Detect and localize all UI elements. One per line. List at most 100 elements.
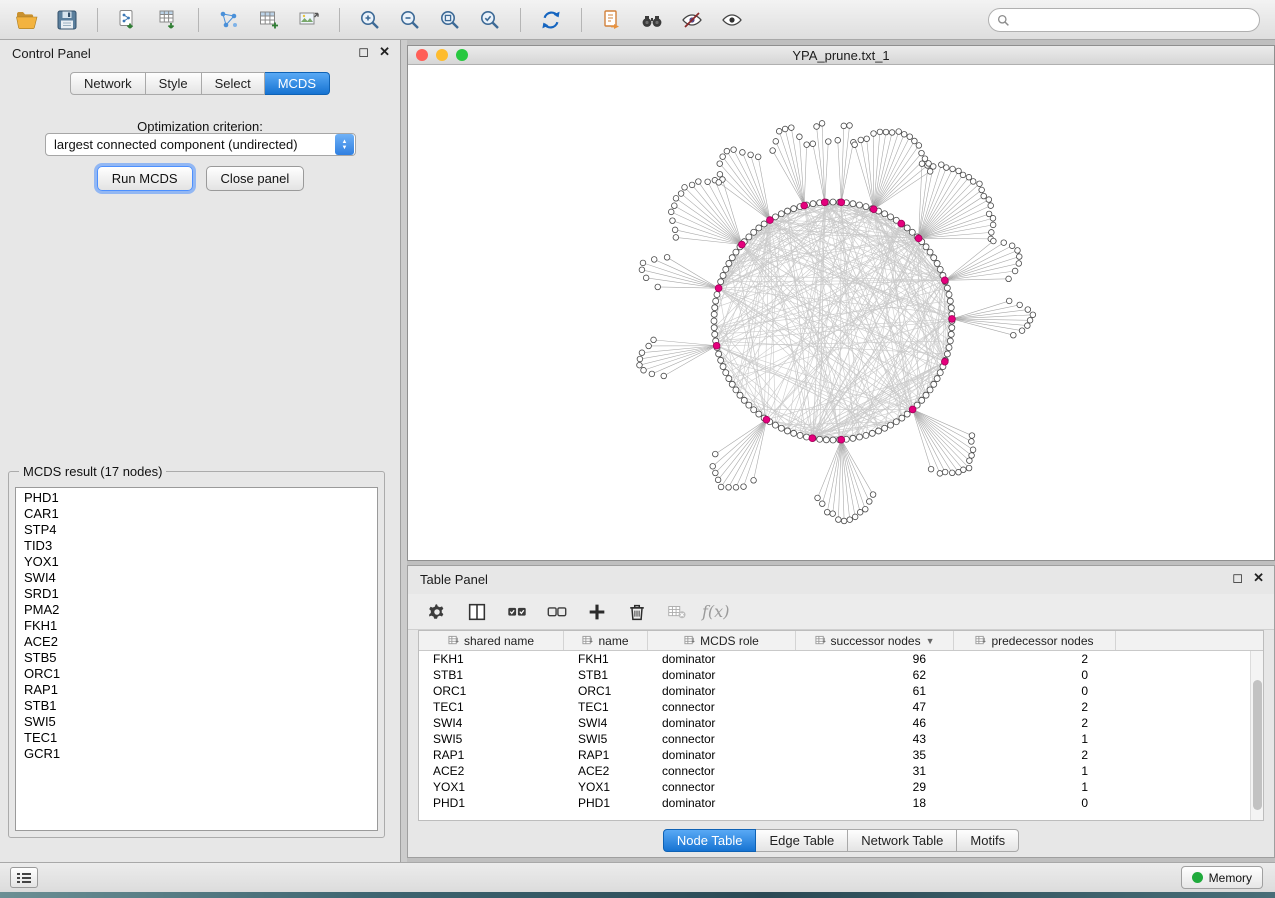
table-scrollbar-thumb[interactable]	[1253, 680, 1262, 810]
show-panels-button[interactable]	[10, 867, 38, 888]
cell-mcds-role: dominator	[648, 683, 796, 699]
memory-label: Memory	[1209, 871, 1252, 885]
mcds-result-item[interactable]: ACE2	[16, 634, 377, 650]
toolbar-separator	[520, 8, 521, 32]
show-eye-button[interactable]	[715, 5, 749, 35]
settings-gear-icon	[426, 601, 448, 623]
share-document-button[interactable]	[595, 5, 629, 35]
table-row[interactable]: RAP1RAP1dominator352	[419, 747, 1263, 763]
mcds-result-item[interactable]: STB1	[16, 698, 377, 714]
tab-motifs[interactable]: Motifs	[957, 829, 1019, 852]
mcds-result-item[interactable]: PHD1	[16, 490, 377, 506]
select-checked-button[interactable]	[502, 598, 532, 626]
zoom-fit-button[interactable]	[433, 5, 467, 35]
open-folder-button[interactable]	[10, 5, 44, 35]
hide-eye-button[interactable]	[675, 5, 709, 35]
criterion-dropdown[interactable]: largest connected component (undirected)…	[45, 133, 356, 156]
window-maximize-icon[interactable]	[456, 49, 468, 61]
table-row[interactable]: STB1STB1dominator620	[419, 667, 1263, 683]
tab-network-table[interactable]: Network Table	[848, 829, 957, 852]
tab-network[interactable]: Network	[70, 72, 146, 95]
column-header-shared-name[interactable]: shared name	[419, 631, 564, 650]
cell-mcds-role: dominator	[648, 651, 796, 667]
new-table-button[interactable]	[252, 5, 286, 35]
table-row[interactable]: PHD1PHD1dominator180	[419, 795, 1263, 811]
table-row[interactable]: SWI5SWI5connector431	[419, 731, 1263, 747]
refresh-button[interactable]	[534, 5, 568, 35]
float-table-panel-icon[interactable]: ◻	[1232, 570, 1243, 586]
mcds-result-item[interactable]: RAP1	[16, 682, 377, 698]
column-header-predecessor-nodes[interactable]: predecessor nodes	[954, 631, 1116, 650]
mcds-result-item[interactable]: STB5	[16, 650, 377, 666]
zoom-out-button[interactable]	[393, 5, 427, 35]
mcds-result-item[interactable]: FKH1	[16, 618, 377, 634]
mcds-result-item[interactable]: SWI4	[16, 570, 377, 586]
mcds-result-item[interactable]: SWI5	[16, 714, 377, 730]
zoom-in-button[interactable]	[353, 5, 387, 35]
tab-mcds[interactable]: MCDS	[265, 72, 330, 95]
table-row[interactable]: ORC1ORC1dominator610	[419, 683, 1263, 699]
new-network-button[interactable]	[212, 5, 246, 35]
select-unchecked-icon	[546, 601, 568, 623]
table-row[interactable]: SWI4SWI4dominator462	[419, 715, 1263, 731]
clear-grid-button[interactable]	[662, 598, 692, 626]
binoculars-search-icon	[640, 8, 664, 32]
select-unchecked-button[interactable]	[542, 598, 572, 626]
memory-button[interactable]: Memory	[1181, 866, 1263, 889]
run-mcds-button[interactable]: Run MCDS	[97, 166, 193, 191]
float-panel-icon[interactable]: ◻	[358, 44, 369, 60]
column-header-MCDS-role[interactable]: MCDS role	[648, 631, 796, 650]
mcds-result-item[interactable]: TEC1	[16, 730, 377, 746]
mcds-result-item[interactable]: PMA2	[16, 602, 377, 618]
table-scrollbar[interactable]	[1250, 651, 1263, 820]
mcds-result-item[interactable]: ORC1	[16, 666, 377, 682]
desktop-wallpaper-strip	[0, 892, 1275, 898]
settings-gear-button[interactable]	[422, 598, 452, 626]
cell-mcds-role: connector	[648, 731, 796, 747]
function-fx-button[interactable]: f(x)	[702, 602, 729, 621]
columns-layout-button[interactable]	[462, 598, 492, 626]
table-row[interactable]: FKH1FKH1dominator962	[419, 651, 1263, 667]
search-box[interactable]	[988, 8, 1260, 32]
mcds-result-item[interactable]: STP4	[16, 522, 377, 538]
table-row[interactable]: ACE2ACE2connector311	[419, 763, 1263, 779]
mcds-result-item[interactable]: SRD1	[16, 586, 377, 602]
tab-edge-table[interactable]: Edge Table	[756, 829, 848, 852]
tab-node-table[interactable]: Node Table	[663, 829, 757, 852]
import-table-button[interactable]	[151, 5, 185, 35]
status-bar: Memory	[0, 862, 1275, 892]
delete-row-button[interactable]	[622, 598, 652, 626]
close-panel-icon[interactable]: ✕	[379, 44, 390, 60]
column-header-name[interactable]: name	[564, 631, 648, 650]
cell-filler	[1116, 667, 1263, 683]
network-window-titlebar[interactable]: YPA_prune.txt_1	[408, 46, 1274, 65]
search-input[interactable]	[1015, 13, 1251, 27]
application-window: Control Panel ◻ ✕ NetworkStyleSelectMCDS…	[0, 0, 1275, 898]
column-header-successor-nodes[interactable]: successor nodes▼	[796, 631, 954, 650]
import-network-button[interactable]	[111, 5, 145, 35]
add-row-button[interactable]	[582, 598, 612, 626]
close-table-panel-icon[interactable]: ✕	[1253, 570, 1264, 586]
window-minimize-icon[interactable]	[436, 49, 448, 61]
cell-mcds-role: connector	[648, 779, 796, 795]
mcds-result-item[interactable]: TID3	[16, 538, 377, 554]
mcds-result-item[interactable]: GCR1	[16, 746, 377, 762]
window-close-icon[interactable]	[416, 49, 428, 61]
optimization-criterion-label: Optimization criterion:	[0, 119, 400, 134]
zoom-selected-button[interactable]	[473, 5, 507, 35]
network-graph-canvas[interactable]	[408, 65, 1274, 560]
table-row[interactable]: YOX1YOX1connector291	[419, 779, 1263, 795]
close-panel-button[interactable]: Close panel	[206, 166, 305, 191]
cell-shared-name: TEC1	[419, 699, 564, 715]
tab-select[interactable]: Select	[202, 72, 265, 95]
export-image-button[interactable]	[292, 5, 326, 35]
mcds-result-item[interactable]: YOX1	[16, 554, 377, 570]
mcds-result-item[interactable]: CAR1	[16, 506, 377, 522]
table-row[interactable]: TEC1TEC1connector472	[419, 699, 1263, 715]
cell-mcds-role: dominator	[648, 715, 796, 731]
mcds-result-list[interactable]: PHD1CAR1STP4TID3YOX1SWI4SRD1PMA2FKH1ACE2…	[15, 487, 378, 831]
save-button[interactable]	[50, 5, 84, 35]
import-network-icon	[116, 8, 140, 32]
binoculars-search-button[interactable]	[635, 5, 669, 35]
tab-style[interactable]: Style	[146, 72, 202, 95]
